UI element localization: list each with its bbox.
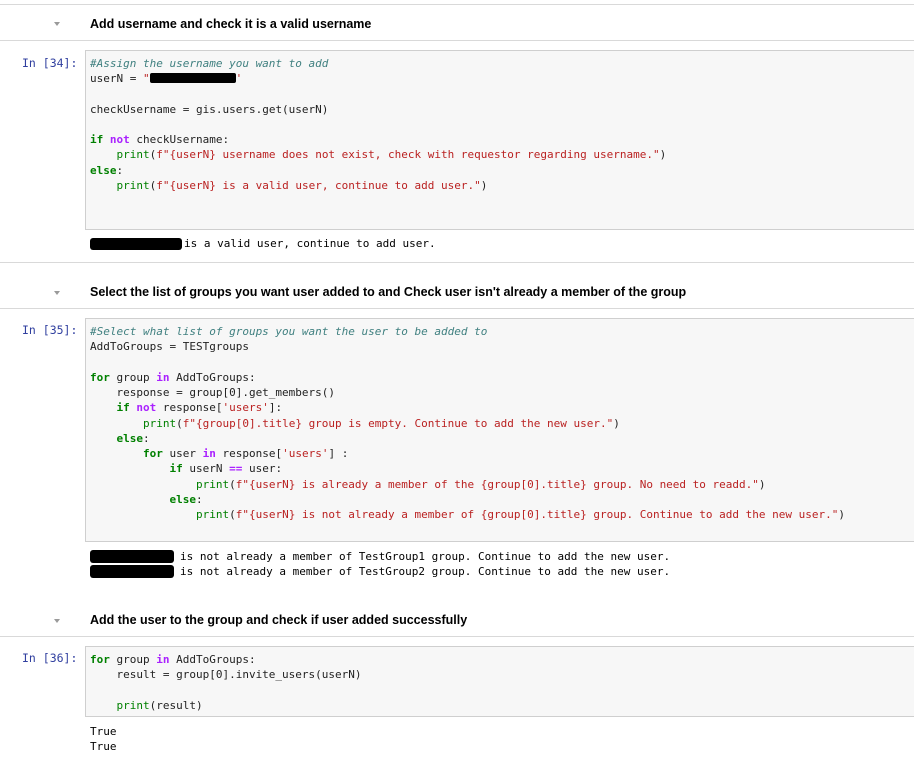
cell-divider: [0, 636, 914, 637]
cell-divider: [0, 4, 914, 5]
code-line-invite: result = group[0].invite_users(userN): [90, 668, 362, 681]
code-comment: #Select what list of groups you want the…: [90, 325, 488, 338]
cell-output-35-line1: is not already a member of TestGroup1 gr…: [180, 550, 671, 563]
cell-divider: [0, 308, 914, 309]
code-cell-36[interactable]: for group in AddToGroups: result = group…: [85, 646, 914, 717]
code-comment: #Assign the username you want to add: [90, 57, 329, 70]
code-line-else2: else:: [169, 493, 203, 506]
cell-prompt-34: In [34]:: [22, 56, 78, 70]
redacted-username: [90, 565, 174, 578]
code-line-if: if not checkUsername:: [90, 133, 230, 146]
code-line-assign-groups: AddToGroups = TESTgroups: [90, 340, 249, 353]
code-cell-34[interactable]: #Assign the username you want to add use…: [85, 50, 914, 230]
redacted-username: [90, 238, 182, 250]
cell-output-34: is a valid user, continue to add user.: [184, 237, 436, 250]
chevron-down-icon[interactable]: [54, 619, 60, 623]
code-line-else: else:: [90, 164, 124, 177]
section-heading-add-user: Add the user to the group and check if u…: [90, 613, 468, 627]
chevron-down-icon[interactable]: [54, 291, 60, 295]
code-line-else: else:: [116, 432, 150, 445]
cell-output-36-line2: True: [90, 740, 117, 753]
code-line-print-already: print(f"{userN} is already a member of t…: [195, 478, 766, 491]
redacted-username: [149, 73, 236, 83]
code-line-for-user: for user in response['users'] :: [142, 447, 349, 460]
code-line-print-empty: print(f"{group[0].title} group is empty.…: [142, 417, 620, 430]
code-line-assign-user: userN = " ': [90, 72, 243, 85]
code-line-response: response = group[0].get_members(): [90, 386, 336, 399]
redacted-username: [90, 550, 174, 563]
code-cell-35[interactable]: #Select what list of groups you want the…: [85, 318, 914, 542]
code-line-check: checkUsername = gis.users.get(userN): [90, 103, 329, 116]
code-line-for-group: for group in AddToGroups:: [90, 371, 256, 384]
code-line-print-valid: print(f"{userN} is a valid user, continu…: [116, 179, 488, 192]
code-line-print-result: print(result): [116, 699, 203, 712]
cell-prompt-35: In [35]:: [22, 323, 78, 337]
chevron-down-icon[interactable]: [54, 22, 60, 26]
section-heading-select-groups: Select the list of groups you want user …: [90, 285, 687, 299]
code-line-for-group: for group in AddToGroups:: [90, 653, 256, 666]
cell-prompt-36: In [36]:: [22, 651, 78, 665]
cell-divider: [0, 262, 914, 263]
code-line-if-match: if userN == user:: [169, 462, 283, 475]
code-line-print-invalid: print(f"{userN} username does not exist,…: [116, 148, 667, 161]
cell-divider: [0, 40, 914, 41]
section-heading-add-username: Add username and check it is a valid use…: [90, 17, 372, 31]
code-line-print-notmember: print(f"{userN} is not already a member …: [195, 508, 845, 521]
code-line-if-empty: if not response['users']:: [116, 401, 283, 414]
cell-output-35-line2: is not already a member of TestGroup2 gr…: [180, 565, 671, 578]
cell-output-36-line1: True: [90, 725, 117, 738]
